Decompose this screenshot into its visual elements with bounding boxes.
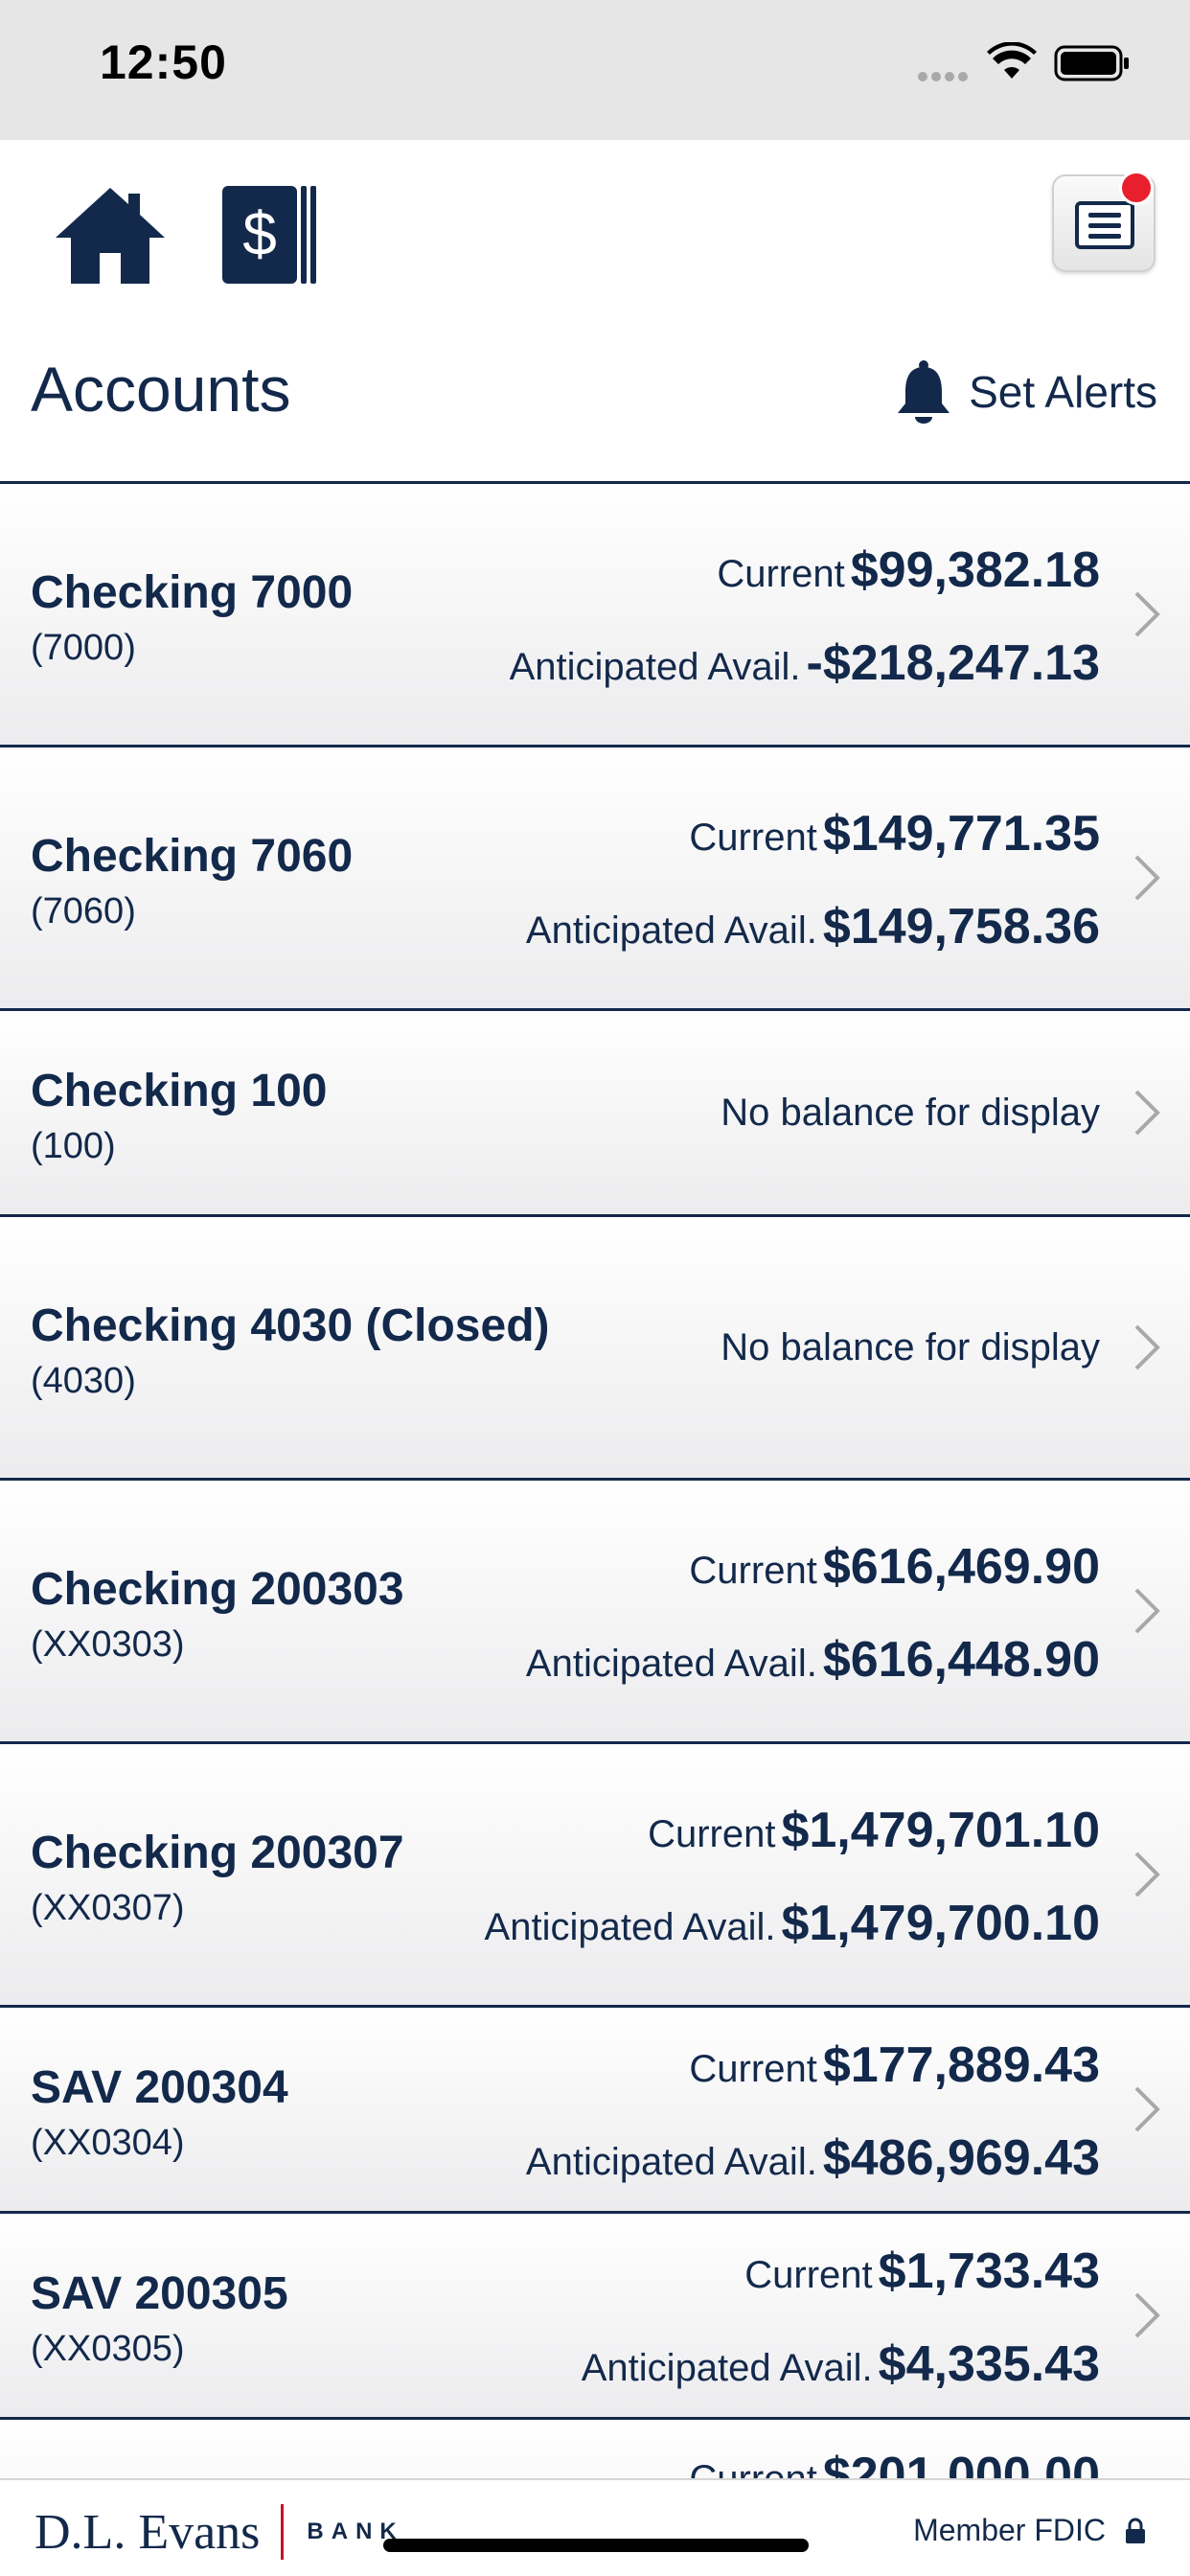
battery-icon <box>1054 45 1129 81</box>
account-row-sav-200305[interactable]: SAV 200305 (XX0305) Current $1,733.43 An… <box>0 2214 1190 2420</box>
wifi-icon <box>987 42 1037 79</box>
current-balance: $149,771.35 <box>822 806 1100 862</box>
current-label: Current <box>744 2254 873 2296</box>
chevron-right-icon <box>1134 1090 1160 1136</box>
chevron-right-icon <box>1134 1588 1160 1634</box>
chevron-right-icon <box>1134 1324 1160 1370</box>
chevron-right-icon <box>1134 2292 1160 2338</box>
current-label: Current <box>689 1550 817 1592</box>
svg-text:$: $ <box>242 199 277 268</box>
logo-divider <box>281 2504 285 2560</box>
no-balance-text: No balance for display <box>721 1326 1100 1368</box>
accounts-list[interactable]: Checking 7000 (7000) Current $99,382.18 … <box>0 481 1190 2478</box>
account-name: Checking 4030 (Closed) <box>31 1300 550 1351</box>
account-number: (7060) <box>31 891 136 932</box>
available-balance: $1,479,700.10 <box>781 1896 1100 1951</box>
no-balance-text: No balance for display <box>721 1092 1100 1134</box>
current-label: Current <box>648 1813 776 1855</box>
current-balance-line: Current $201,000.00 <box>689 2447 1100 2478</box>
current-label: Current <box>689 2458 816 2478</box>
available-balance: $4,335.43 <box>878 2336 1100 2392</box>
current-balance: $616,469.90 <box>822 1539 1100 1595</box>
current-balance-line: Current $616,469.90 <box>689 1538 1100 1596</box>
account-row-checking-200307[interactable]: Checking 200307 (XX0307) Current $1,479,… <box>0 1744 1190 2008</box>
status-bar: 12:50 <box>0 0 1190 140</box>
current-balance-line: Current $149,771.35 <box>689 805 1100 862</box>
account-number: (XX0304) <box>31 2123 185 2163</box>
available-label: Anticipated Avail. <box>525 1643 817 1685</box>
set-alerts-label: Set Alerts <box>969 367 1157 417</box>
chevron-right-icon <box>1134 591 1160 637</box>
home-indicator[interactable] <box>383 2539 809 2552</box>
account-name: SAV 200304 <box>31 2062 288 2113</box>
current-balance: $1,733.43 <box>878 2243 1100 2299</box>
current-balance: $1,479,701.10 <box>781 1803 1100 1858</box>
account-name: SAV 200305 <box>31 2268 288 2319</box>
available-label: Anticipated Avail. <box>581 2347 873 2389</box>
available-balance-line: Anticipated Avail. -$218,247.13 <box>510 634 1100 692</box>
available-balance-line: Anticipated Avail. $486,969.43 <box>526 2129 1100 2187</box>
available-balance: $616,448.90 <box>822 1632 1100 1688</box>
available-balance-line: Anticipated Avail. $4,335.43 <box>582 2335 1100 2393</box>
current-label: Current <box>717 553 845 595</box>
member-fdic: Member FDIC <box>913 2513 1146 2548</box>
menu-icon <box>1075 201 1134 249</box>
current-balance: $177,889.43 <box>822 2037 1100 2093</box>
chevron-right-icon <box>1134 855 1160 901</box>
current-balance: $99,382.18 <box>850 542 1100 598</box>
available-balance: $486,969.43 <box>822 2130 1100 2186</box>
set-alerts-button[interactable]: Set Alerts <box>894 358 1157 426</box>
page-title: Accounts <box>31 354 291 425</box>
account-number: (XX0307) <box>31 1888 185 1928</box>
footer: D.L. Evans BANK Member FDIC <box>0 2478 1190 2576</box>
current-balance-line: Current $1,733.43 <box>744 2242 1100 2300</box>
logo-name: D.L. Evans <box>34 2504 261 2560</box>
app-header: $ Accounts Set Alerts <box>0 140 1190 481</box>
account-name: Checking 100 <box>31 1066 328 1116</box>
account-row-checking-4030[interactable]: Checking 4030 (Closed) (4030) No balance… <box>0 1217 1190 1481</box>
available-balance-line: Anticipated Avail. $616,448.90 <box>526 1631 1100 1689</box>
account-row-checking-100[interactable]: Checking 100 (100) No balance for displa… <box>0 1011 1190 1217</box>
available-label: Anticipated Avail. <box>525 909 817 952</box>
account-name: Checking 200307 <box>31 1828 404 1878</box>
available-balance: -$218,247.13 <box>806 635 1101 691</box>
account-number: (XX0305) <box>31 2329 185 2369</box>
available-balance-line: Anticipated Avail. $149,758.36 <box>526 898 1100 955</box>
current-balance: $201,000.00 <box>822 2448 1100 2478</box>
available-label: Anticipated Avail. <box>525 2141 817 2183</box>
home-icon[interactable] <box>52 184 169 288</box>
account-number: (4030) <box>31 1361 136 1401</box>
account-name: Checking 200303 <box>31 1564 404 1615</box>
available-balance: $149,758.36 <box>822 899 1100 954</box>
current-balance-line: Current $177,889.43 <box>689 2036 1100 2094</box>
account-row-checking-7000[interactable]: Checking 7000 (7000) Current $99,382.18 … <box>0 484 1190 748</box>
current-label: Current <box>689 816 817 859</box>
notification-badge <box>1119 171 1154 205</box>
current-balance-line: Current $1,479,701.10 <box>648 1802 1100 1859</box>
lock-icon <box>1126 2518 1145 2543</box>
signal-icon <box>918 69 973 81</box>
account-row-partial[interactable]: Current $201,000.00 <box>0 2420 1190 2478</box>
account-number: (XX0303) <box>31 1624 185 1665</box>
bank-logo: D.L. Evans BANK <box>34 2503 404 2561</box>
available-balance-line: Anticipated Avail. $1,479,700.10 <box>485 1895 1100 1952</box>
available-label: Anticipated Avail. <box>484 1906 776 1948</box>
account-row-sav-200304[interactable]: SAV 200304 (XX0304) Current $177,889.43 … <box>0 2008 1190 2214</box>
available-label: Anticipated Avail. <box>509 646 801 688</box>
account-number: (100) <box>31 1126 116 1166</box>
account-row-checking-200303[interactable]: Checking 200303 (XX0303) Current $616,46… <box>0 1481 1190 1744</box>
current-balance-line: Current $99,382.18 <box>717 541 1100 599</box>
fdic-text: Member FDIC <box>913 2513 1106 2547</box>
account-row-checking-7060[interactable]: Checking 7060 (7060) Current $149,771.35… <box>0 748 1190 1011</box>
account-name: Checking 7060 <box>31 831 354 882</box>
accounts-money-icon[interactable]: $ <box>222 182 318 288</box>
chevron-right-icon <box>1134 2086 1160 2132</box>
bell-icon <box>898 360 950 424</box>
account-name: Checking 7000 <box>31 567 354 618</box>
chevron-right-icon <box>1134 1852 1160 1898</box>
account-number: (7000) <box>31 628 136 668</box>
current-label: Current <box>689 2048 817 2090</box>
status-time: 12:50 <box>100 35 227 89</box>
